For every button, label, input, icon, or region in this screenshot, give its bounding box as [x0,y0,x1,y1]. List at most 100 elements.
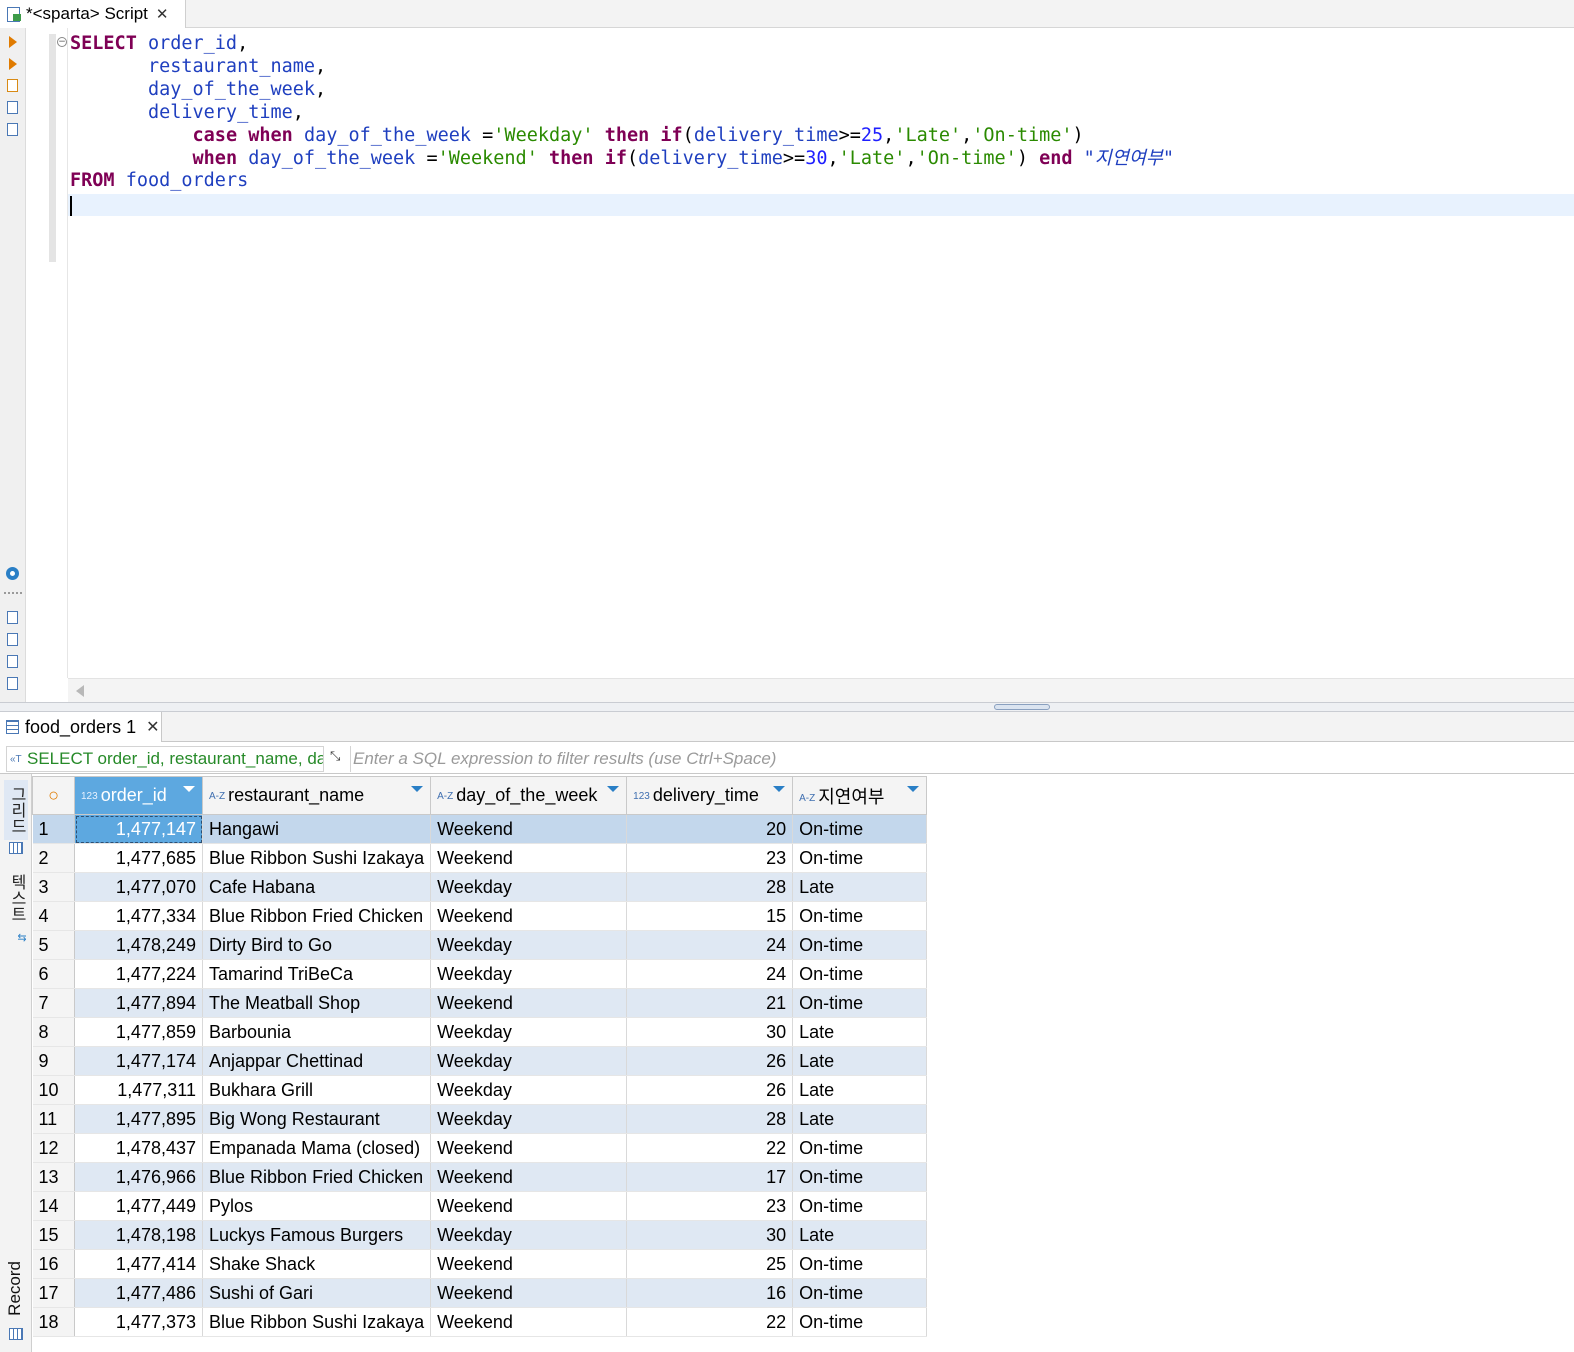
row-number[interactable]: 15 [32,1220,75,1250]
table-row[interactable]: 9 1,477,174 Anjappar Chettinad Weekday 26 Lat… [32,1046,928,1076]
table-cell[interactable]: 17 [626,1162,794,1192]
table-cell[interactable]: 1,477,174 [74,1046,203,1076]
table-cell[interactable]: Dirty Bird to Go [202,930,432,960]
select-all-corner[interactable]: ○ [32,776,75,815]
outline-button[interactable] [5,676,21,692]
table-cell[interactable]: Weekend [430,988,628,1018]
table-cell[interactable]: Empanada Mama (closed) [202,1133,432,1163]
row-number[interactable]: 9 [32,1046,75,1076]
table-cell[interactable]: 26 [626,1046,794,1076]
table-cell[interactable]: 25 [626,1249,794,1279]
execute-in-new-tab-button[interactable] [5,56,21,72]
row-number[interactable]: 3 [32,872,75,902]
table-cell[interactable]: Late [792,1046,928,1076]
settings-button[interactable] [5,566,21,582]
table-cell[interactable]: 1,478,437 [74,1133,203,1163]
table-cell[interactable]: 22 [626,1307,794,1337]
table-row[interactable]: 11 1,477,895 Big Wong Restaurant Weekday 28 L… [32,1104,928,1134]
table-cell[interactable]: 1,477,414 [74,1249,203,1279]
table-cell[interactable]: 1,477,859 [74,1017,203,1047]
tab-sparta-script[interactable]: *<sparta> Script ✕ [0,0,186,28]
table-cell[interactable]: On-time [792,988,928,1018]
scroll-left-icon[interactable] [76,685,84,697]
table-cell[interactable]: Weekday [430,1220,628,1250]
table-row[interactable]: 8 1,477,859 Barbounia Weekday 30 Late [32,1017,928,1047]
table-cell[interactable]: Tamarind TriBeCa [202,959,432,989]
table-cell[interactable]: Weekend [430,1249,628,1279]
table-cell[interactable]: On-time [792,1133,928,1163]
sql-code[interactable]: SELECT order_id, restaurant_name, day_of… [70,33,1174,193]
table-cell[interactable]: Weekday [430,930,628,960]
table-row[interactable]: 3 1,477,070 Cafe Habana Weekday 28 Late [32,872,928,902]
filter-dropdown-icon[interactable] [183,786,195,792]
table-cell[interactable]: Blue Ribbon Sushi Izakaya [202,843,432,873]
table-row[interactable]: 14 1,477,449 Pylos Weekend 23 On-time [32,1191,928,1221]
table-cell[interactable]: 1,477,334 [74,901,203,931]
table-cell[interactable]: Weekend [430,1162,628,1192]
table-cell[interactable]: Late [792,1220,928,1250]
explain-plan-button[interactable] [5,100,21,116]
table-row[interactable]: 15 1,478,198 Luckys Famous Burgers Weekday 3… [32,1220,928,1250]
splitter-grip-icon[interactable] [994,704,1050,710]
row-number[interactable]: 11 [32,1104,75,1134]
text-view-icon[interactable]: ⇵ [4,930,28,946]
row-number[interactable]: 12 [32,1133,75,1163]
record-icon[interactable] [9,1328,23,1340]
table-cell[interactable]: On-time [792,1191,928,1221]
table-cell[interactable]: On-time [792,959,928,989]
table-row[interactable]: 13 1,476,966 Blue Ribbon Fried Chicken Week… [32,1162,928,1192]
table-cell[interactable]: 30 [626,1220,794,1250]
column-header-order-id[interactable]: 123 order_id [74,776,203,815]
load-script-button[interactable] [5,654,21,670]
table-cell[interactable]: 1,477,894 [74,988,203,1018]
tab-food-orders-1[interactable]: food_orders 1 ✕ [0,712,162,742]
table-row[interactable]: 5 1,478,249 Dirty Bird to Go Weekday 24 On-ti… [32,930,928,960]
table-cell[interactable]: 1,478,249 [74,930,203,960]
table-cell[interactable]: Weekday [430,959,628,989]
view-tab-grid[interactable]: 그리드 [4,780,28,840]
table-cell[interactable]: Big Wong Restaurant [202,1104,432,1134]
query-preview[interactable]: «T SELECT order_id, restaurant_name, day… [6,746,324,772]
table-cell[interactable]: On-time [792,843,928,873]
table-cell[interactable]: 1,477,449 [74,1191,203,1221]
row-number[interactable]: 10 [32,1075,75,1105]
row-number[interactable]: 6 [32,959,75,989]
view-tab-record[interactable]: Record [5,1261,25,1316]
table-cell[interactable]: Barbounia [202,1017,432,1047]
table-cell[interactable]: Late [792,1104,928,1134]
filter-dropdown-icon[interactable] [607,786,620,792]
row-number[interactable]: 4 [32,901,75,931]
table-cell[interactable]: 1,477,486 [74,1278,203,1308]
table-row[interactable]: 18 1,477,373 Blue Ribbon Sushi Izakaya Week… [32,1307,928,1337]
table-cell[interactable]: Weekend [430,1307,628,1337]
table-cell[interactable]: 22 [626,1133,794,1163]
filter-dropdown-icon[interactable] [773,786,786,792]
table-cell[interactable]: Weekday [430,1046,628,1076]
table-cell[interactable]: Weekend [430,1133,628,1163]
table-cell[interactable]: 1,477,311 [74,1075,203,1105]
close-icon[interactable]: ✕ [156,5,169,23]
export-button[interactable] [5,610,21,626]
table-cell[interactable]: Weekend [430,843,628,873]
table-row[interactable]: 6 1,477,224 Tamarind TriBeCa Weekday 24 On-ti… [32,959,928,989]
row-number[interactable]: 16 [32,1249,75,1279]
table-cell[interactable]: On-time [792,930,928,960]
row-number[interactable]: 2 [32,843,75,873]
table-row[interactable]: 7 1,477,894 The Meatball Shop Weekend 21 On-t… [32,988,928,1018]
table-cell[interactable]: The Meatball Shop [202,988,432,1018]
table-cell[interactable]: Weekday [430,872,628,902]
table-cell[interactable]: 20 [626,814,794,844]
table-cell[interactable]: Blue Ribbon Sushi Izakaya [202,1307,432,1337]
table-cell[interactable]: Blue Ribbon Fried Chicken [202,901,432,931]
execute-script-button[interactable] [5,78,21,94]
table-cell[interactable]: Weekday [430,1017,628,1047]
column-header-restaurant-name[interactable]: A-Z restaurant_name [201,776,432,815]
table-cell[interactable]: On-time [792,901,928,931]
table-cell[interactable]: 15 [626,901,794,931]
execute-statement-button[interactable] [5,34,21,50]
table-row[interactable]: 17 1,477,486 Sushi of Gari Weekend 16 On-time [32,1278,928,1308]
table-cell[interactable]: 23 [626,843,794,873]
table-cell[interactable]: Late [792,1075,928,1105]
table-cell[interactable]: 1,477,373 [74,1307,203,1337]
table-cell[interactable]: Blue Ribbon Fried Chicken [202,1162,432,1192]
